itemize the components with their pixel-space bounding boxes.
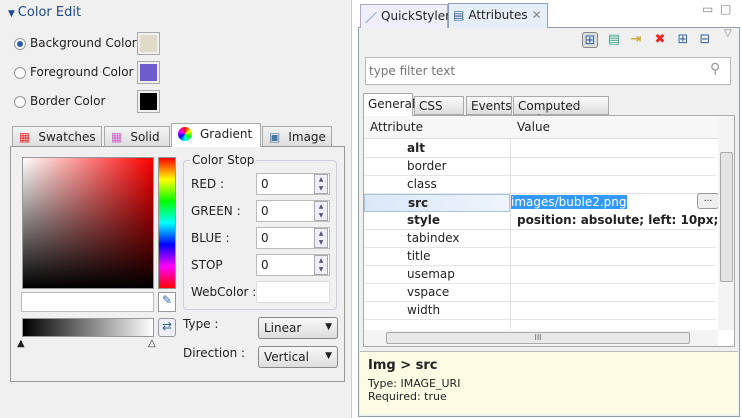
tab-image[interactable]: ▣ Image <box>262 126 332 147</box>
gradient-stop-start[interactable]: ▲ <box>17 338 25 349</box>
tab-swatches[interactable]: ▦ Swatches <box>12 126 102 147</box>
attribute-name: alt <box>407 141 425 155</box>
table-row[interactable]: width <box>364 302 716 320</box>
color-stop-title: Color Stop <box>190 153 257 167</box>
attribute-name: vspace <box>407 285 450 299</box>
table-row[interactable]: title <box>364 248 716 266</box>
brush-icon: ／ <box>365 11 378 25</box>
subtab-general[interactable]: General <box>363 93 415 116</box>
swap-icon[interactable]: ⇄ <box>158 318 176 337</box>
green-label: GREEN : <box>191 204 241 218</box>
info-pane: Img > src Type: IMAGE_URI Required: true <box>360 351 738 414</box>
expand-all-icon[interactable]: ⊞ <box>675 32 691 48</box>
image-icon: ▣ <box>269 130 281 144</box>
tab-gradient[interactable]: Gradient <box>171 123 261 147</box>
attribute-value[interactable]: position: absolute; left: 10px; top: . <box>517 213 723 227</box>
attribute-value[interactable]: images/buble2.png <box>511 195 627 209</box>
collapse-all-icon[interactable]: ⊟ <box>697 32 713 48</box>
hue-slider[interactable] <box>158 157 176 289</box>
solid-icon: ▦ <box>111 130 123 144</box>
minimize-icon[interactable]: ▭ <box>702 2 713 16</box>
border-color-label[interactable]: Border Color <box>30 94 105 108</box>
scroll-thumb-h[interactable]: III <box>386 332 690 344</box>
attribute-name: style <box>407 213 440 227</box>
direction-label: Direction : <box>183 346 246 360</box>
info-type: Type: IMAGE_URI <box>368 377 461 390</box>
browse-button[interactable]: ... <box>697 193 719 209</box>
table-icon: ▤ <box>453 8 465 22</box>
red-spinner[interactable]: ▲ ▼ <box>314 174 328 194</box>
show-element-icon[interactable]: ▤ <box>606 32 622 48</box>
sync-icon[interactable]: ⇥ <box>628 32 644 48</box>
horizontal-scrollbar[interactable]: III <box>364 330 718 346</box>
direction-select[interactable]: Vertical <box>258 346 338 368</box>
background-color-label[interactable]: Background Color <box>30 36 137 50</box>
red-label: RED : <box>191 177 225 191</box>
search-icon: ⚲ <box>710 61 721 77</box>
webcolor-label: WebColor : <box>191 285 257 299</box>
eyedropper-icon[interactable]: ✎ <box>158 292 176 312</box>
gradient-stop-end[interactable]: △ <box>148 338 156 349</box>
column-header-value[interactable]: Value <box>517 120 550 134</box>
radio-foreground[interactable] <box>14 67 26 79</box>
radio-border[interactable] <box>14 96 26 108</box>
type-label: Type : <box>183 317 219 331</box>
column-header-attribute[interactable]: Attribute <box>370 120 423 134</box>
attribute-name: border <box>407 159 447 173</box>
view-menu-icon[interactable]: ▽ <box>724 28 732 39</box>
hex-input[interactable] <box>21 292 154 312</box>
type-select[interactable]: Linear <box>258 317 338 339</box>
swatches-icon: ▦ <box>19 130 31 144</box>
blue-spinner[interactable]: ▲ ▼ <box>314 228 328 248</box>
foreground-color-label[interactable]: Foreground Color <box>30 65 133 79</box>
delete-icon[interactable]: ✖ <box>652 32 668 48</box>
attribute-name: width <box>407 303 441 317</box>
tab-solid[interactable]: ▦ Solid <box>104 126 170 147</box>
subtab-events[interactable]: Events <box>466 96 512 115</box>
color-wheel-icon <box>178 127 192 141</box>
background-swatch[interactable] <box>137 32 160 55</box>
gradient-preview-bar[interactable] <box>22 318 154 337</box>
border-swatch[interactable] <box>137 90 160 113</box>
foreground-swatch[interactable] <box>137 61 160 84</box>
info-title: Img > src <box>368 358 438 373</box>
table-row[interactable]: alt <box>364 140 716 158</box>
table-row[interactable]: border <box>364 158 716 176</box>
attribute-name: class <box>407 177 437 191</box>
blue-label: BLUE : <box>191 231 230 245</box>
info-required: Required: true <box>368 390 447 403</box>
table-row[interactable]: src <box>364 194 510 212</box>
stop-label: STOP <box>191 258 223 272</box>
stop-spinner[interactable]: ▲ ▼ <box>314 255 328 275</box>
section-header[interactable]: ▼ Color Edit <box>8 5 81 20</box>
saturation-value-picker[interactable] <box>22 157 154 289</box>
table-row[interactable]: class <box>364 176 716 194</box>
scroll-thumb[interactable] <box>720 152 733 282</box>
attribute-name: tabindex <box>407 231 460 245</box>
filter-input[interactable] <box>365 57 731 85</box>
close-icon[interactable]: ✕ <box>532 8 542 24</box>
color-edit-panel: ▼ Color Edit Background Color Foreground… <box>0 0 352 418</box>
radio-background[interactable] <box>14 38 26 50</box>
attribute-name: usemap <box>407 267 455 281</box>
maximize-icon[interactable]: □ <box>720 2 731 16</box>
subtab-computed-style[interactable]: Computed Style <box>513 96 609 127</box>
attribute-name: src <box>408 196 429 210</box>
table-row[interactable]: usemap <box>364 266 716 284</box>
table-row[interactable]: vspace <box>364 284 716 302</box>
tab-attributes[interactable]: ▤ Attributes ✕ <box>448 3 548 28</box>
subtab-css[interactable]: CSS <box>414 96 464 115</box>
table-row[interactable]: tabindex <box>364 230 716 248</box>
collapse-icon: ▼ <box>8 9 18 19</box>
tree-view-icon[interactable]: ⊞ <box>582 32 598 48</box>
tab-quickstyler[interactable]: ／ QuickStyler <box>360 4 450 28</box>
vertical-scrollbar[interactable] <box>718 116 734 330</box>
webcolor-input[interactable] <box>256 281 330 303</box>
attribute-name: title <box>407 249 431 263</box>
attributes-view: ／ QuickStyler ▤ Attributes ✕ ▭ □ ⊞ ▤ ⇥ ✖ ⊞ … <box>358 0 742 418</box>
green-spinner[interactable]: ▲ ▼ <box>314 201 328 221</box>
